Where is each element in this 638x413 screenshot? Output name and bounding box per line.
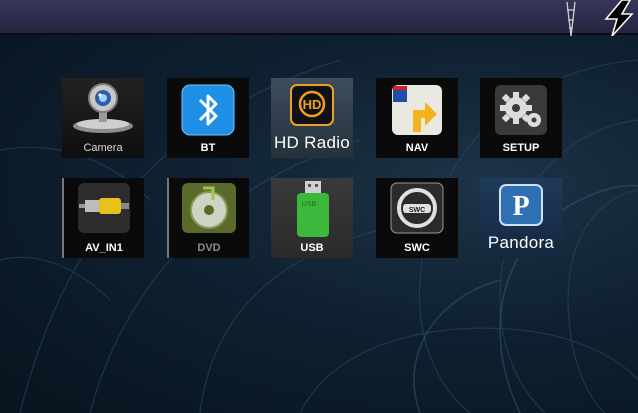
- usb-drive-icon: USB: [297, 181, 329, 237]
- hd-radio-icon: HD: [290, 84, 334, 126]
- pandora-icon: P: [499, 184, 543, 226]
- usb-app-button[interactable]: USB USB: [271, 178, 353, 258]
- app-label: Camera: [83, 142, 123, 154]
- setup-app-button[interactable]: SETUP: [480, 78, 562, 158]
- antenna-icon: [566, 1, 576, 36]
- app-label: DVD: [197, 242, 221, 254]
- gear-icon: [495, 85, 547, 135]
- dvd-disc-icon: [182, 183, 236, 233]
- svg-text:HD: HD: [303, 97, 322, 112]
- camera-icon: [73, 83, 133, 133]
- nav-app-button[interactable]: NAV: [376, 78, 458, 158]
- app-label: NAV: [405, 142, 429, 154]
- app-label: USB: [300, 242, 324, 254]
- app-label: SETUP: [502, 142, 540, 154]
- steering-wheel-icon: SWC: [390, 182, 444, 234]
- app-label: BT: [200, 142, 216, 154]
- status-bar: [0, 0, 638, 36]
- app-label: Pandora: [487, 233, 555, 252]
- navigation-sign-icon: [392, 85, 442, 135]
- bluetooth-icon: [181, 84, 235, 136]
- svg-text:P: P: [512, 191, 529, 222]
- svg-text:USB: USB: [302, 201, 317, 208]
- av-in1-app-button[interactable]: AV_IN1: [62, 178, 144, 258]
- svg-text:SWC: SWC: [409, 207, 425, 214]
- av-plug-icon: [78, 183, 130, 233]
- app-label: AV_IN1: [85, 242, 123, 254]
- app-label: HD Radio: [273, 133, 351, 152]
- dvd-app-button[interactable]: DVD: [167, 178, 249, 258]
- home-screen: Camera BT HD HD Radio NAV SETUP AV_IN1 D…: [0, 0, 638, 413]
- swc-app-button[interactable]: SWC SWC: [376, 178, 458, 258]
- power-bolt-icon: [604, 0, 634, 36]
- app-label: SWC: [404, 242, 430, 254]
- pandora-app-button[interactable]: P Pandora: [480, 178, 562, 258]
- bt-app-button[interactable]: BT: [167, 78, 249, 158]
- hd-radio-app-button[interactable]: HD HD Radio: [271, 78, 353, 158]
- camera-app-button[interactable]: Camera: [62, 78, 144, 158]
